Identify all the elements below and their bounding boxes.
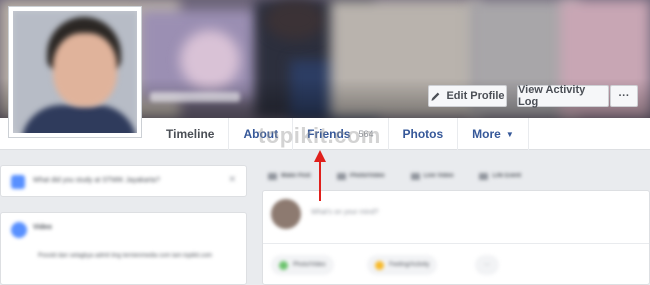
avatar [271,199,301,229]
composer-more-button[interactable]: ··· [475,255,499,275]
profile-picture[interactable] [8,6,142,138]
tab-friends[interactable]: Friends 564 [293,118,389,150]
tab-more[interactable]: More ▼ [458,118,529,150]
post-composer: What's on your mind? Photo/Video Feeling… [262,190,650,285]
camera-icon [336,172,346,180]
composer-tab-life-event[interactable]: Life Event [479,172,521,180]
close-icon[interactable]: ✕ [228,174,236,185]
video-icon [11,222,27,238]
photo-icon [279,260,288,270]
edit-profile-button[interactable]: Edit Profile [428,85,507,107]
intro-card: What did you study at STMIK Jayakarta? ✕ [0,165,247,197]
more-options-button[interactable]: ··· [610,85,638,107]
video-card: Video Posold dan selagkya admit ting ter… [0,212,247,285]
divider [263,243,649,244]
feeling-activity-button[interactable]: Feeling/Activity [367,255,438,275]
tab-about-label: About [243,127,279,141]
tab-timeline[interactable]: Timeline [152,118,230,150]
tab-friends-label: Friends [307,127,351,141]
tab-about[interactable]: About [229,118,294,150]
red-arrow-annotation-icon [314,150,326,201]
more-options-label: ··· [618,90,630,102]
intro-question[interactable]: What did you study at STMIK Jayakarta? [33,177,160,184]
photo-video-label: Photo/Video [293,262,326,268]
feeling-activity-label: Feeling/Activity [389,262,430,268]
photo-video-button[interactable]: Photo/Video [271,255,334,275]
edit-profile-label: Edit Profile [446,90,505,102]
tab-photos[interactable]: Photos [389,118,459,150]
pencil-icon [268,172,277,180]
video-camera-icon [410,172,420,180]
composer-input[interactable]: What's on your mind? [311,209,378,216]
chevron-down-icon: ▼ [505,129,514,139]
friends-count: 564 [358,129,374,139]
smiley-icon [375,260,384,270]
tab-timeline-label: Timeline [166,127,215,141]
video-card-description: Posold dan selagkya admit ting ternienme… [37,253,213,259]
view-activity-log-button[interactable]: View Activity Log [517,84,609,108]
education-icon [11,175,25,189]
tab-more-label: More [472,127,501,141]
video-card-title: Video [33,224,52,231]
tab-photos-label: Photos [402,127,444,141]
pencil-icon [431,92,440,101]
flag-icon [479,172,489,180]
composer-tab-live-video[interactable]: Live Video [410,172,453,180]
composer-more-label: ··· [484,262,490,268]
cover-name-blurred [150,92,240,102]
composer-tab-make-post[interactable]: Make Post [268,172,311,180]
composer-tab-photo-video[interactable]: Photo/Video [336,172,385,180]
activity-log-label: View Activity Log [518,84,586,108]
